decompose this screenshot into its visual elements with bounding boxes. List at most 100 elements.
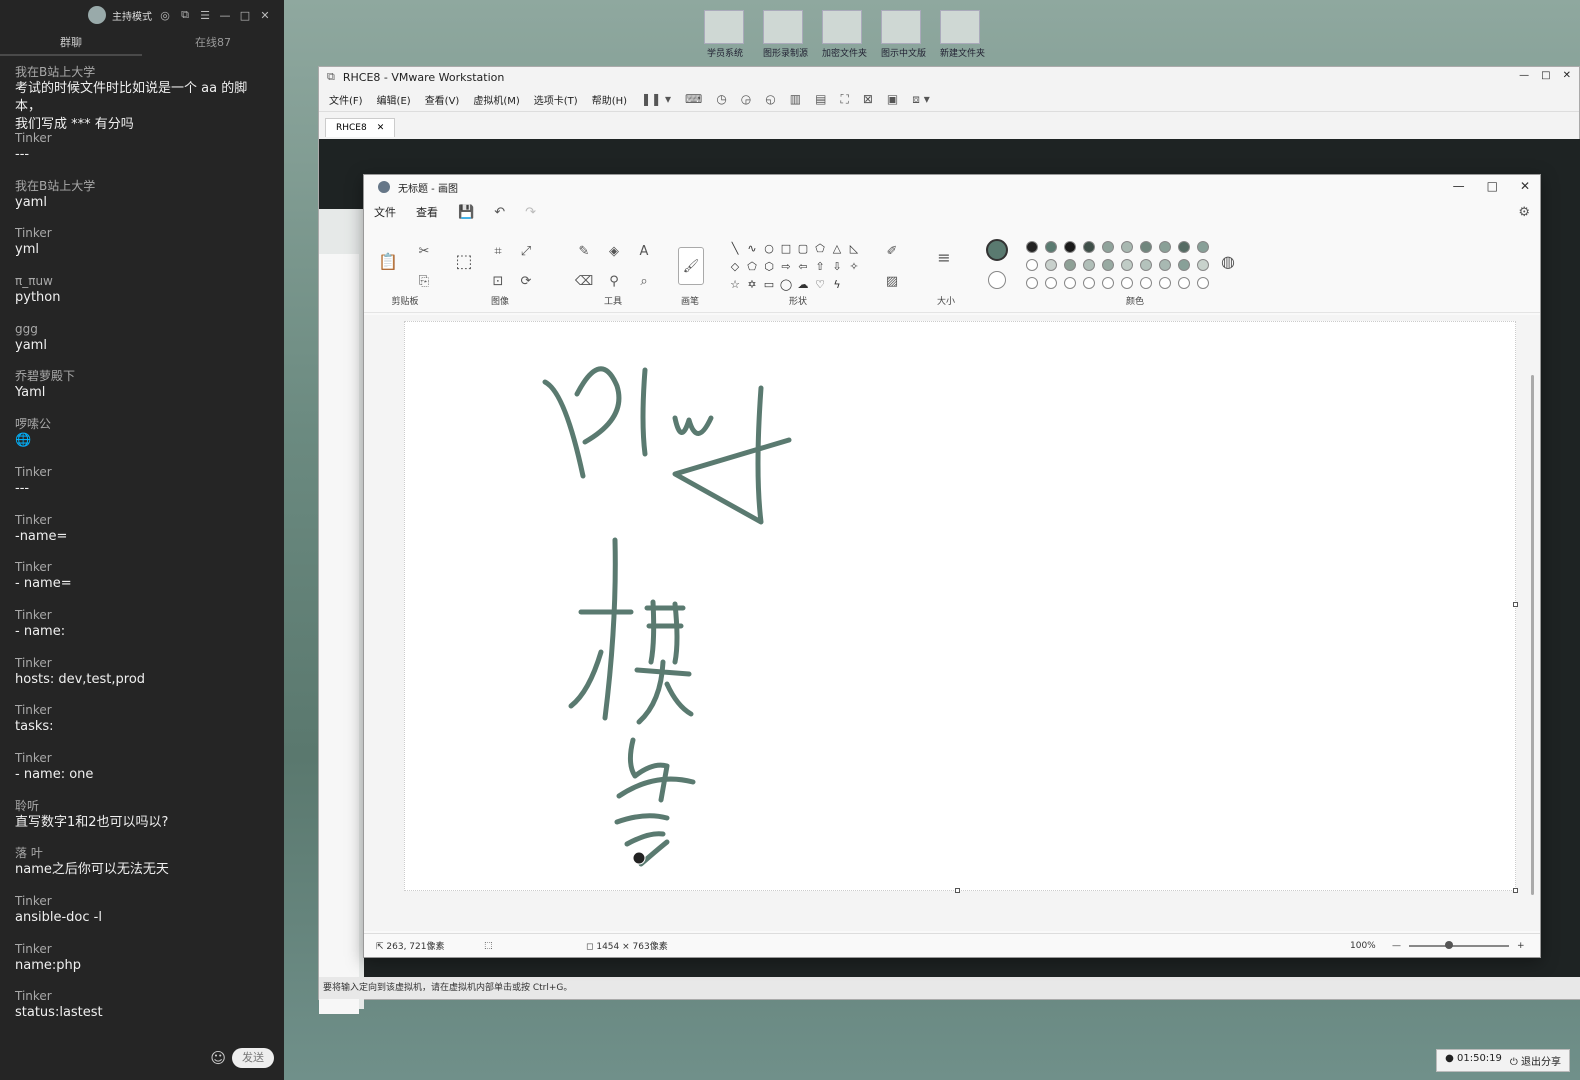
minimize-icon[interactable]: — <box>218 8 232 22</box>
four-point-star-icon[interactable]: ✧ <box>847 259 861 273</box>
right-triangle-shape-icon[interactable]: ◺ <box>847 241 861 255</box>
pencil-icon[interactable]: ✎ <box>576 243 592 259</box>
callout-rect-icon[interactable]: ▭ <box>762 277 776 291</box>
left-arrow-shape-icon[interactable]: ⇦ <box>796 259 810 273</box>
stretch-icon[interactable]: ⧈ ▾ <box>912 92 929 107</box>
unity-icon[interactable]: ⊠ <box>863 92 873 106</box>
terminal-icon[interactable]: ▣ <box>887 92 898 106</box>
lightning-shape-icon[interactable]: ϟ <box>830 277 844 291</box>
send-keys-icon[interactable]: ⌨ <box>685 92 702 106</box>
color-swatch[interactable] <box>1083 259 1095 271</box>
zoom-out-icon[interactable]: — <box>1392 941 1401 951</box>
tab-rhce8[interactable]: RHCE8 ✕ <box>325 118 396 137</box>
brush-icon[interactable]: 🖌 <box>678 247 704 285</box>
six-point-star-icon[interactable]: ✡ <box>745 277 759 291</box>
settings-icon[interactable]: ◎ <box>158 8 172 22</box>
image-select-icon[interactable]: ⊡ <box>490 273 506 289</box>
snapshot-icon[interactable]: ◷ <box>716 92 726 106</box>
snapshot-manager-icon[interactable]: ◵ <box>765 92 775 106</box>
color-swatch[interactable] <box>1102 259 1114 271</box>
polygon-shape-icon[interactable]: ⬠ <box>813 241 827 255</box>
color-swatch[interactable] <box>1083 241 1095 253</box>
color-swatch[interactable] <box>1121 241 1133 253</box>
view-console-icon[interactable]: ▤ <box>815 92 826 106</box>
close-icon[interactable]: ✕ <box>1563 70 1571 81</box>
rounded-rect-shape-icon[interactable]: ▢ <box>796 241 810 255</box>
custom-color-slot[interactable] <box>1197 277 1209 289</box>
custom-color-slot[interactable] <box>1064 277 1076 289</box>
color-swatch[interactable] <box>1026 241 1038 253</box>
custom-color-slot[interactable] <box>1178 277 1190 289</box>
color-swatch[interactable] <box>1064 241 1076 253</box>
diamond-shape-icon[interactable]: ◇ <box>728 259 742 273</box>
color-swatch[interactable] <box>1178 259 1190 271</box>
desktop-shortcut[interactable]: 图形录制源 <box>763 10 808 59</box>
menu-vm[interactable]: 虚拟机(M) <box>473 92 519 107</box>
oval-shape-icon[interactable]: ○ <box>762 241 776 255</box>
cut-icon[interactable]: ✂ <box>416 243 432 259</box>
maximize-icon[interactable]: □ <box>1541 70 1550 81</box>
five-point-star-icon[interactable]: ☆ <box>728 277 742 291</box>
color-picker-icon[interactable]: ⚲ <box>606 273 622 289</box>
custom-color-slot[interactable] <box>1102 277 1114 289</box>
desktop-shortcut[interactable]: 新建文件夹 <box>940 10 985 59</box>
share-icon[interactable]: ⚙ <box>1518 205 1530 220</box>
eraser-icon[interactable]: ⌫ <box>575 273 593 289</box>
callout-cloud-icon[interactable]: ☁ <box>796 277 810 291</box>
send-button[interactable]: 发送 <box>232 1048 274 1068</box>
save-icon[interactable]: 💾 <box>458 205 474 220</box>
callout-oval-icon[interactable]: ◯ <box>779 277 793 291</box>
edit-colors-icon[interactable]: ◍ <box>1220 252 1236 271</box>
primary-color-swatch[interactable] <box>986 239 1008 261</box>
curve-shape-icon[interactable]: ∿ <box>745 241 759 255</box>
custom-color-slot[interactable] <box>1159 277 1171 289</box>
drawing-canvas[interactable] <box>404 321 1518 893</box>
tab-close-icon[interactable]: ✕ <box>377 123 385 133</box>
menu-view[interactable]: 查看(V) <box>425 92 460 107</box>
color-swatch[interactable] <box>1064 259 1076 271</box>
emoji-icon[interactable]: ☺ <box>210 1049 226 1067</box>
secondary-color-swatch[interactable] <box>988 271 1006 289</box>
color-swatch[interactable] <box>1140 241 1152 253</box>
minimize-icon[interactable]: — <box>1453 179 1465 193</box>
resize-icon[interactable]: ⤢ <box>518 243 534 259</box>
heart-shape-icon[interactable]: ♡ <box>813 277 827 291</box>
fill-icon[interactable]: ◈ <box>606 243 622 259</box>
color-swatch[interactable] <box>1121 259 1133 271</box>
color-swatch[interactable] <box>1197 259 1209 271</box>
line-shape-icon[interactable]: ╲ <box>728 241 742 255</box>
custom-color-slot[interactable] <box>1026 277 1038 289</box>
outline-icon[interactable]: ✐ <box>884 243 900 259</box>
menu-icon[interactable]: ☰ <box>198 8 212 22</box>
pentagon-shape-icon[interactable]: ⬠ <box>745 259 759 273</box>
copy-icon[interactable]: ⎘ <box>416 273 432 289</box>
vertical-scrollbar[interactable] <box>1531 375 1534 895</box>
custom-color-slot[interactable] <box>1140 277 1152 289</box>
library-icon[interactable]: ▥ <box>790 92 801 106</box>
desktop-shortcut[interactable]: 加密文件夹 <box>822 10 867 59</box>
fullscreen-icon[interactable]: ⛶ <box>840 92 848 107</box>
up-arrow-shape-icon[interactable]: ⇧ <box>813 259 827 273</box>
color-swatch[interactable] <box>1197 241 1209 253</box>
desktop-shortcut[interactable]: 学员系统 <box>704 10 746 59</box>
size-icon[interactable]: ≡ <box>936 248 952 267</box>
crop-icon[interactable]: ⌗ <box>490 243 506 259</box>
rotate-icon[interactable]: ⟳ <box>518 273 534 289</box>
tab-online[interactable]: 在线87 <box>142 30 284 56</box>
text-icon[interactable]: A <box>636 243 652 259</box>
right-arrow-shape-icon[interactable]: ⇨ <box>779 259 793 273</box>
popout-icon[interactable]: ⧉ <box>178 8 192 22</box>
menu-view[interactable]: 查看 <box>416 204 438 220</box>
menu-file[interactable]: 文件(F) <box>329 92 363 107</box>
custom-color-slot[interactable] <box>1045 277 1057 289</box>
menu-tabs[interactable]: 选项卡(T) <box>534 92 578 107</box>
color-swatch[interactable] <box>1102 241 1114 253</box>
canvas-resize-handle-corner[interactable] <box>1513 888 1518 893</box>
color-swatch[interactable] <box>1178 241 1190 253</box>
canvas-resize-handle-right[interactable] <box>1513 602 1518 607</box>
hexagon-shape-icon[interactable]: ⬡ <box>762 259 776 273</box>
color-swatch[interactable] <box>1045 259 1057 271</box>
paste-icon[interactable]: 📋 <box>378 252 398 271</box>
rect-shape-icon[interactable]: □ <box>779 241 793 255</box>
select-icon[interactable]: ⬚ <box>456 251 473 272</box>
